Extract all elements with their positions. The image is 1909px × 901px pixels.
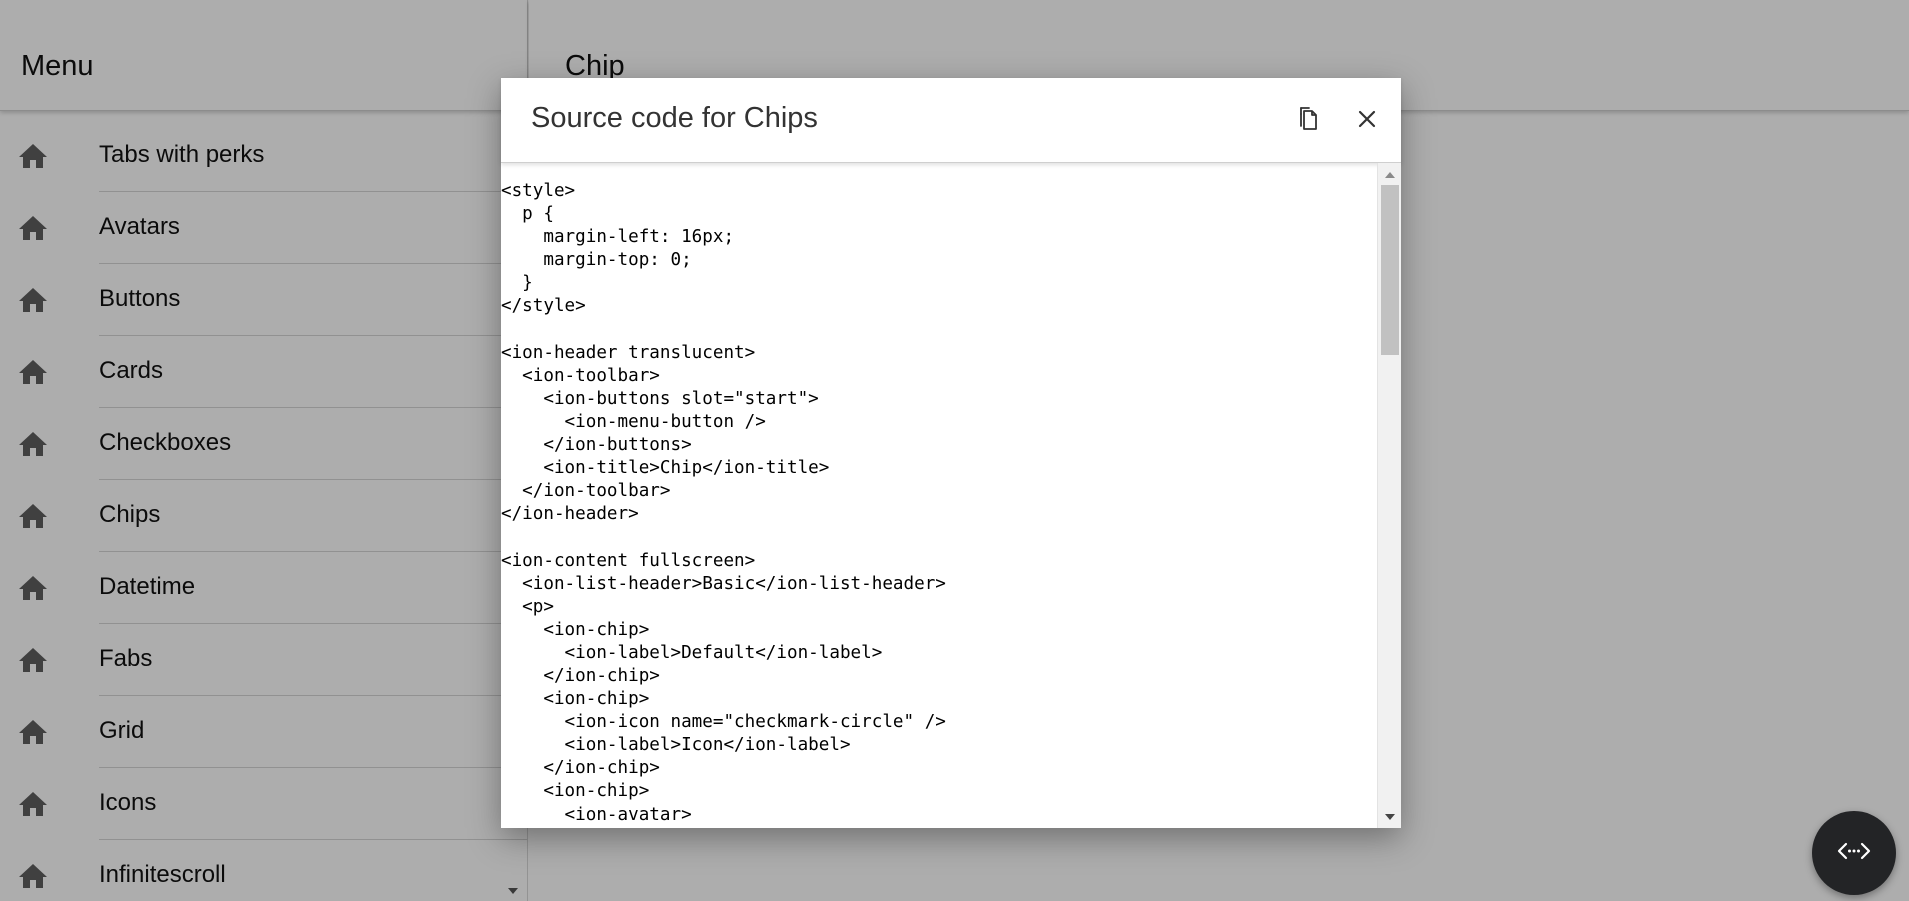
code-line: <ion-list-header>Basic</ion-list-header> (501, 573, 946, 594)
modal-body: <style> p { margin-left: 16px; margin-to… (501, 163, 1401, 828)
code-line: </ion-chip> (501, 758, 660, 779)
code-line: <ion-menu-button /> (501, 411, 766, 432)
code-line: <ion-label>Default</ion-label> (501, 642, 883, 663)
code-line: margin-top: 0; (501, 250, 692, 271)
code-line: <ion-toolbar> (501, 365, 660, 386)
code-line: <ion-chip> (501, 689, 650, 710)
code-line: <ion-icon name="checkmark-circle" /> (501, 712, 946, 733)
code-line: <ion-buttons slot="start"> (501, 388, 819, 409)
code-line: </style> (501, 296, 586, 317)
code-icon (1837, 841, 1871, 866)
code-line: </ion-header> (501, 504, 639, 525)
code-line: <ion-chip> (501, 619, 650, 640)
code-line: <ion-title>Chip</ion-title> (501, 458, 830, 479)
code-line: } (501, 273, 533, 294)
code-line: <ion-chip> (501, 781, 650, 802)
scrollbar-thumb[interactable] (1381, 185, 1399, 355)
code-line: margin-left: 16px; (501, 227, 735, 248)
modal-title: Source code for Chips (531, 102, 818, 134)
code-line: <p> (501, 596, 554, 617)
code-line: <ion-avatar> (501, 804, 692, 825)
code-line: </ion-buttons> (501, 435, 692, 456)
code-line: </ion-chip> (501, 665, 660, 686)
code-line: <ion-header translucent> (501, 342, 756, 363)
modal-header: Source code for Chips (501, 78, 1401, 163)
source-code-block[interactable]: <style> p { margin-left: 16px; margin-to… (501, 163, 1377, 828)
scroll-up-arrow[interactable] (1385, 172, 1395, 178)
close-button[interactable] (1352, 106, 1382, 136)
view-source-fab[interactable] (1812, 811, 1896, 895)
code-scrollbar[interactable] (1377, 163, 1401, 828)
code-line: <ion-content fullscreen> (501, 550, 756, 571)
copy-button[interactable] (1293, 106, 1323, 136)
code-line: p { (501, 204, 554, 225)
code-line: <ion-label>Icon</ion-label> (501, 735, 851, 756)
copy-icon (1297, 106, 1319, 137)
close-icon (1357, 109, 1377, 134)
code-line: <style> (501, 181, 576, 201)
source-code-modal: Source code for Chips <style> p { margin… (501, 78, 1401, 828)
scroll-down-arrow[interactable] (1385, 814, 1395, 820)
code-line: </ion-toolbar> (501, 481, 671, 502)
